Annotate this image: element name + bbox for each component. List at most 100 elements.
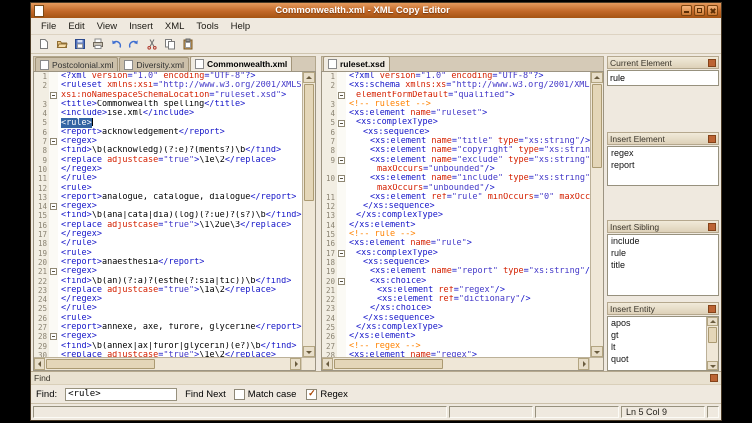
save-button[interactable]	[72, 37, 87, 52]
menu-xml[interactable]: XML	[159, 20, 191, 33]
list-scrollbar[interactable]	[706, 317, 718, 370]
panel-close-button[interactable]	[708, 223, 716, 231]
editor-line[interactable]: 6<xs:sequence>	[322, 128, 590, 137]
editor-line[interactable]: 15<find>\b(ana|cata|dia)(log)(?:ue)?(s?)…	[34, 211, 302, 220]
menu-tools[interactable]: Tools	[190, 20, 224, 33]
editor-line[interactable]: 26</xs:element>	[322, 332, 590, 341]
list-item-lt[interactable]: lt	[608, 341, 706, 353]
panel-close-button[interactable]	[708, 135, 716, 143]
editor-line[interactable]: 23<replace adjustcase="true">\1a\2</repl…	[34, 286, 302, 295]
list-item-title[interactable]: title	[608, 259, 718, 271]
editor-line[interactable]: 25</xs:complexType>	[322, 323, 590, 332]
scroll-right-button[interactable]	[290, 358, 301, 370]
undo-button[interactable]	[108, 37, 123, 52]
list-item-apos[interactable]: apos	[608, 317, 706, 329]
editor-line[interactable]: 8<find>\b(acknowledg)(?:e)?(ments?)\b</f…	[34, 146, 302, 155]
find-next-button[interactable]: Find Next	[185, 389, 226, 400]
horizontal-scrollbar-thumb[interactable]	[46, 359, 155, 369]
editor-line[interactable]: 23</xs:choice>	[322, 304, 590, 313]
copy-button[interactable]	[162, 37, 177, 52]
print-button[interactable]	[90, 37, 105, 52]
fold-toggle-icon[interactable]	[338, 250, 345, 257]
editor-line[interactable]: 19<xs:element name="report" type="xs:str…	[322, 267, 590, 276]
editor-line[interactable]: 17<xs:complexType>	[322, 249, 590, 258]
fold-toggle-icon[interactable]	[338, 278, 345, 285]
redo-button[interactable]	[126, 37, 141, 52]
fold-toggle-icon[interactable]	[338, 175, 345, 182]
editor-line[interactable]: 14</xs:element>	[322, 221, 590, 230]
editor-line[interactable]: 5<xs:complexType>	[322, 118, 590, 127]
editor-line[interactable]: 19<rule>	[34, 249, 302, 258]
editor-line[interactable]: 17</regex>	[34, 230, 302, 239]
editor-line[interactable]: 9<replace adjustcase="true">\1e\2</repla…	[34, 156, 302, 165]
maximize-button[interactable]	[694, 5, 705, 16]
vertical-scrollbar-thumb[interactable]	[592, 84, 602, 168]
editor-text-area[interactable]: 1<?xml version="1.0" encoding="UTF-8"?>2…	[34, 72, 302, 357]
vertical-scrollbar[interactable]	[302, 72, 315, 357]
fold-toggle-icon[interactable]	[50, 268, 57, 275]
editor-line[interactable]: 8<xs:element name="copyright" type="xs:s…	[322, 146, 590, 155]
fold-toggle-icon[interactable]	[338, 92, 345, 99]
fold-toggle-icon[interactable]	[50, 92, 57, 99]
editor-line[interactable]: 20<report>anaesthesia</report>	[34, 258, 302, 267]
editor-line[interactable]: 13<report>analogue, catalogue, dialogue<…	[34, 193, 302, 202]
editor-line[interactable]: 12<rule>	[34, 184, 302, 193]
editor-line[interactable]: xsi:noNamespaceSchemaLocation="ruleset.x…	[34, 91, 302, 100]
tab-commonwealth.xml[interactable]: Commonwealth.xml	[190, 56, 292, 71]
editor-line[interactable]: 13</xs:complexType>	[322, 211, 590, 220]
editor-line[interactable]: 9<xs:element name="exclude" type="xs:str…	[322, 156, 590, 165]
editor-line[interactable]: 21<xs:element ref="regex"/>	[322, 286, 590, 295]
list-item-report[interactable]: report	[608, 159, 718, 171]
menu-insert[interactable]: Insert	[123, 20, 159, 33]
fold-toggle-icon[interactable]	[338, 120, 345, 127]
open-button[interactable]	[54, 37, 69, 52]
editor-line[interactable]: 28<regex>	[34, 332, 302, 341]
scroll-up-button[interactable]	[303, 72, 315, 83]
editor-line[interactable]: maxOccurs="unbounded"/>	[322, 165, 590, 174]
scroll-down-button[interactable]	[591, 346, 603, 357]
checkbox-regex[interactable]: Regex	[306, 389, 347, 400]
scroll-up-button[interactable]	[707, 317, 718, 326]
editor-line[interactable]: 4<xs:element name="ruleset">	[322, 109, 590, 118]
editor-line[interactable]: 22<find>\b(an)(?:a)?(esthe(?:sia|tic))\b…	[34, 277, 302, 286]
editor-line[interactable]: 3<title>Commonwealth spelling</title>	[34, 100, 302, 109]
scroll-left-button[interactable]	[322, 358, 333, 370]
list-item-include[interactable]: include	[608, 235, 718, 247]
editor-line[interactable]: 20<xs:choice>	[322, 277, 590, 286]
editor-line[interactable]: 5<rule>	[34, 118, 302, 127]
minimize-button[interactable]	[681, 5, 692, 16]
menu-view[interactable]: View	[91, 20, 123, 33]
vertical-scrollbar[interactable]	[590, 72, 603, 357]
editor-line[interactable]: 2<xs:schema xmlns:xs="http://www.w3.org/…	[322, 81, 590, 90]
scroll-up-button[interactable]	[591, 72, 603, 83]
editor-line[interactable]: 24</xs:sequence>	[322, 314, 590, 323]
editor-line[interactable]: 27<!-- regex -->	[322, 342, 590, 351]
list-item-gt[interactable]: gt	[608, 329, 706, 341]
editor-line[interactable]: 3<!-- ruleset -->	[322, 100, 590, 109]
list-item-quot[interactable]: quot	[608, 353, 706, 365]
titlebar[interactable]: Commonwealth.xml - XML Copy Editor	[31, 3, 721, 18]
vertical-scrollbar-thumb[interactable]	[304, 84, 314, 201]
editor-line[interactable]: 6<report>acknowledgement</report>	[34, 128, 302, 137]
editor-line[interactable]: 1<?xml version="1.0" encoding="UTF-8"?>	[322, 72, 590, 81]
scroll-right-button[interactable]	[578, 358, 589, 370]
fold-toggle-icon[interactable]	[50, 138, 57, 145]
editor-line[interactable]: 15<!-- rule -->	[322, 230, 590, 239]
horizontal-scrollbar[interactable]	[322, 358, 589, 370]
tab-diversity.xml[interactable]: Diversity.xml	[119, 57, 189, 71]
list-scrollbar-thumb[interactable]	[708, 327, 717, 343]
scroll-down-button[interactable]	[707, 361, 718, 370]
editor-line[interactable]: maxOccurs="unbounded"/>	[322, 184, 590, 193]
editor-text-area[interactable]: 1<?xml version="1.0" encoding="UTF-8"?>2…	[322, 72, 590, 357]
horizontal-scrollbar-thumb[interactable]	[334, 359, 443, 369]
find-input[interactable]	[65, 388, 177, 401]
panel-close-button[interactable]	[708, 59, 716, 67]
editor-line[interactable]: 10<xs:element name="include" type="xs:st…	[322, 174, 590, 183]
menu-help[interactable]: Help	[225, 20, 257, 33]
editor-line[interactable]: 29<find>\b(annex|ax|furor|glycerin)(e?)\…	[34, 342, 302, 351]
list-item-regex[interactable]: regex	[608, 147, 718, 159]
editor-line[interactable]: 26<rule>	[34, 314, 302, 323]
editor-line[interactable]: 25</rule>	[34, 304, 302, 313]
editor-line[interactable]: 18</rule>	[34, 239, 302, 248]
horizontal-scrollbar[interactable]	[34, 358, 301, 370]
